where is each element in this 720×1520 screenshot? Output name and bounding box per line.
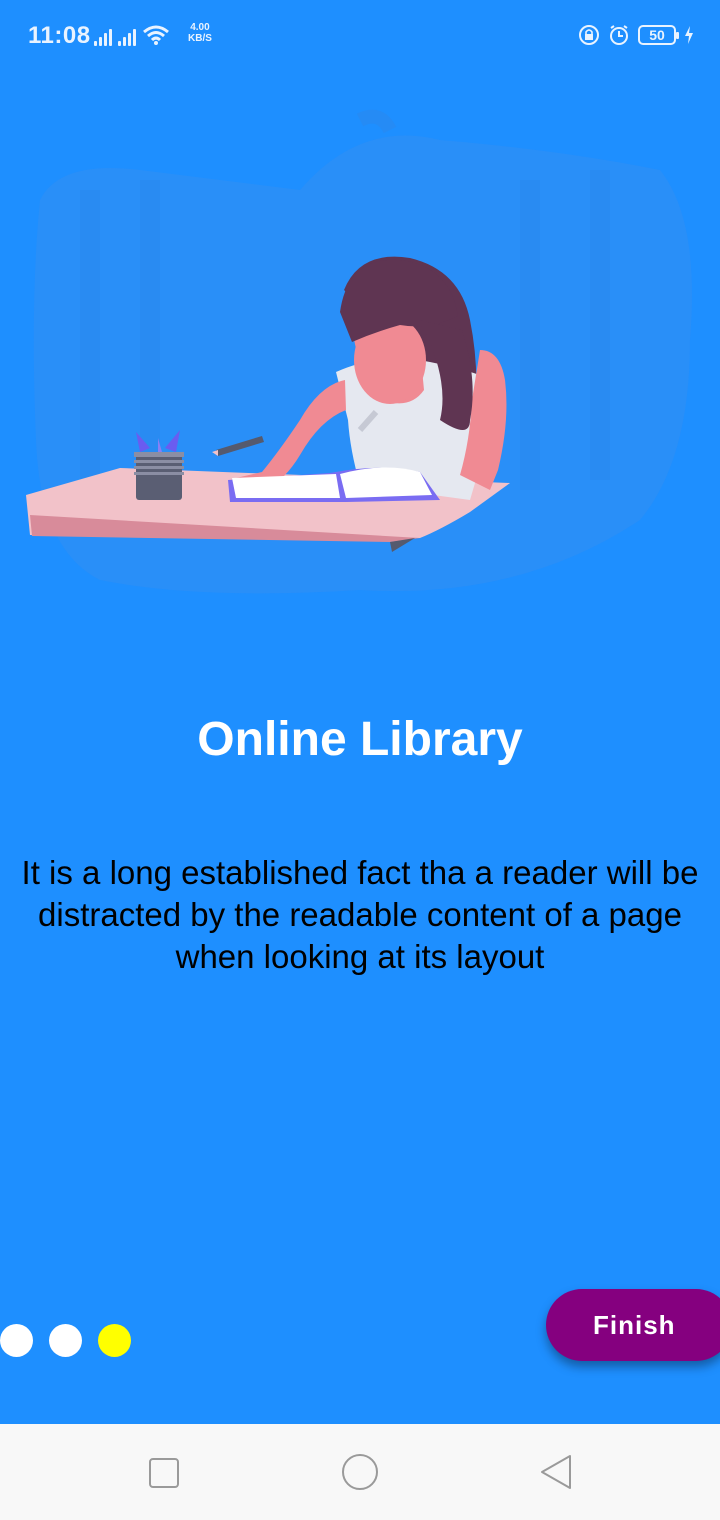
lock-rotation-icon (579, 25, 599, 45)
reading-woman-illustration (26, 109, 692, 594)
signal-icon (94, 26, 112, 46)
page-indicator (0, 1324, 131, 1357)
page-indicator-dot-2[interactable] (49, 1324, 82, 1357)
battery-level: 50 (649, 27, 665, 43)
battery-icon: 50 (638, 25, 679, 45)
network-speed-unit: KB/S (188, 33, 212, 44)
page-indicator-dot-3-active[interactable] (98, 1324, 131, 1357)
onboarding-title: Online Library (197, 713, 523, 766)
charging-icon (685, 26, 693, 44)
recent-apps-icon[interactable] (143, 1452, 183, 1492)
back-icon[interactable] (536, 1452, 576, 1492)
onboarding-description: It is a long established fact tha a read… (21, 854, 699, 975)
status-bar: 11:08 4.00 KB/S 50 (0, 0, 720, 76)
status-right-icons: 50 (578, 24, 694, 46)
signal-icon (118, 26, 136, 46)
page-indicator-dot-1[interactable] (0, 1324, 33, 1357)
status-left-icons (94, 24, 170, 46)
wifi-icon (143, 25, 169, 45)
finish-button[interactable]: Finish (546, 1289, 720, 1361)
alarm-icon (610, 25, 628, 45)
network-speed-value: 4.00 (190, 22, 210, 33)
status-time: 11:08 (28, 22, 91, 49)
home-icon[interactable] (340, 1452, 380, 1492)
navigation-bar (0, 1424, 720, 1520)
network-speed: 4.00 KB/S (188, 22, 212, 44)
